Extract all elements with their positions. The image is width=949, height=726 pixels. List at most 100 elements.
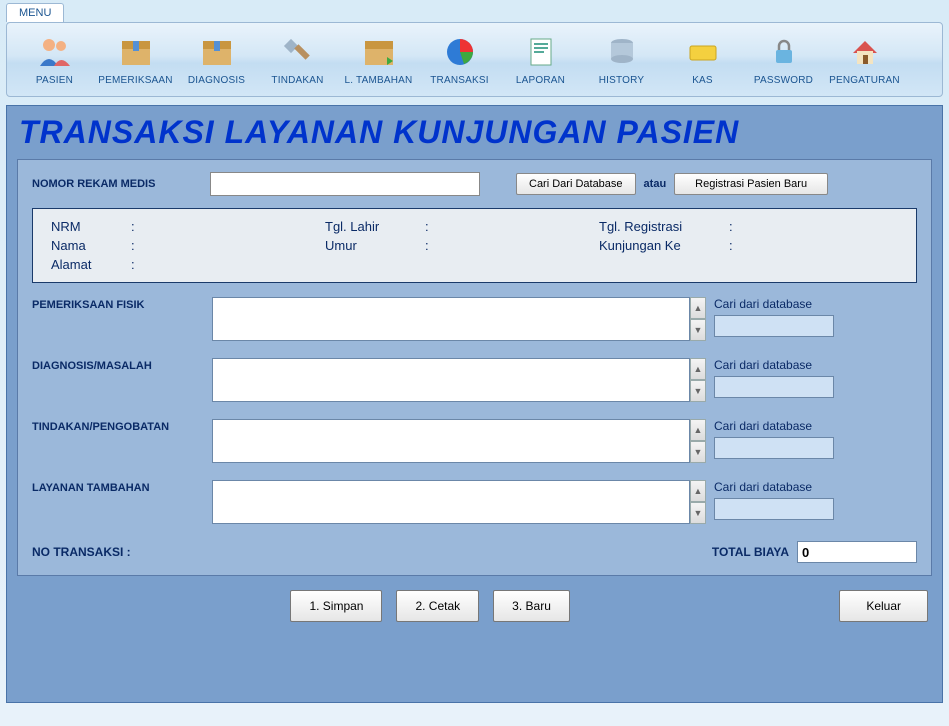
info-tglreg-value: [743, 219, 823, 234]
main-panel: TRANSAKSI LAYANAN KUNJUNGAN PASIEN NOMOR…: [6, 105, 943, 703]
tab-menu[interactable]: MENU: [6, 3, 64, 22]
pf-textarea[interactable]: [212, 297, 690, 341]
tx-textarea[interactable]: [212, 419, 690, 463]
colon: :: [425, 238, 439, 253]
lt-label: LAYANAN TAMBAHAN: [32, 480, 204, 494]
box-arrow-icon: [359, 33, 399, 71]
ribbon-label: DIAGNOSIS: [188, 75, 245, 86]
patient-info-box: NRM : Tgl. Lahir : Tgl. Registrasi : Nam…: [32, 208, 917, 283]
ribbon-history[interactable]: HISTORY: [584, 31, 659, 88]
cetak-button[interactable]: 2. Cetak: [396, 590, 479, 622]
scrollbar[interactable]: ▲ ▼: [690, 358, 706, 402]
info-alamat-value: [145, 257, 325, 272]
dx-label: DIAGNOSIS/MASALAH: [32, 358, 204, 372]
nrm-label: NOMOR REKAM MEDIS: [32, 178, 202, 190]
report-icon: [521, 33, 561, 71]
ribbon-kas[interactable]: KAS: [665, 31, 740, 88]
people-icon: [35, 33, 75, 71]
info-kunj-value: [743, 238, 823, 253]
tx-side-input[interactable]: [714, 437, 834, 459]
ribbon-label: LAPORAN: [516, 75, 565, 86]
scrollbar[interactable]: ▲ ▼: [690, 480, 706, 524]
ribbon-label: TRANSAKSI: [430, 75, 488, 86]
info-tglreg-key: Tgl. Registrasi: [599, 219, 729, 234]
info-kunj-key: Kunjungan Ke: [599, 238, 729, 253]
scrollbar[interactable]: ▲ ▼: [690, 419, 706, 463]
money-icon: [683, 33, 723, 71]
lt-cari-link[interactable]: Cari dari database: [714, 480, 834, 494]
tab-row: MENU: [0, 0, 949, 22]
ribbon-label: PASIEN: [36, 75, 73, 86]
total-biaya-label: TOTAL BIAYA: [712, 545, 789, 559]
baru-button[interactable]: 3. Baru: [493, 590, 570, 622]
row-diagnosis: DIAGNOSIS/MASALAH ▲ ▼ Cari dari database: [32, 358, 917, 405]
info-nrm-value: [145, 219, 325, 234]
colon: :: [729, 238, 743, 253]
keluar-button[interactable]: Keluar: [839, 590, 928, 622]
simpan-button[interactable]: 1. Simpan: [290, 590, 382, 622]
ribbon-label: TINDAKAN: [271, 75, 323, 86]
bottom-buttons: 1. Simpan 2. Cetak 3. Baru Keluar: [17, 590, 932, 622]
info-nrm-key: NRM: [51, 219, 131, 234]
pie-chart-icon: [440, 33, 480, 71]
scroll-down-icon[interactable]: ▼: [690, 319, 706, 341]
pf-label: PEMERIKSAAN FISIK: [32, 297, 204, 311]
ribbon-toolbar: PASIEN PEMERIKSAAN DIAGNOSIS TINDAKAN L.…: [6, 22, 943, 97]
info-nama-key: Nama: [51, 238, 131, 253]
cari-database-button[interactable]: Cari Dari Database: [516, 173, 636, 195]
dx-textarea[interactable]: [212, 358, 690, 402]
lt-textarea[interactable]: [212, 480, 690, 524]
scroll-up-icon[interactable]: ▲: [690, 358, 706, 380]
ribbon-label: PENGATURAN: [829, 75, 900, 86]
ribbon-pengaturan[interactable]: PENGATURAN: [827, 31, 902, 88]
ribbon-laporan[interactable]: LAPORAN: [503, 31, 578, 88]
scroll-up-icon[interactable]: ▲: [690, 480, 706, 502]
row-tindakan: TINDAKAN/PENGOBATAN ▲ ▼ Cari dari databa…: [32, 419, 917, 466]
dx-side-input[interactable]: [714, 376, 834, 398]
ribbon-label: KAS: [692, 75, 713, 86]
tool-icon: [278, 33, 318, 71]
or-text: atau: [644, 178, 667, 190]
info-umur-value: [439, 238, 599, 253]
colon: :: [425, 219, 439, 234]
info-tgllahir-key: Tgl. Lahir: [325, 219, 425, 234]
scroll-up-icon[interactable]: ▲: [690, 419, 706, 441]
ribbon-ltambahan[interactable]: L. TAMBAHAN: [341, 31, 416, 88]
ribbon-label: L. TAMBAHAN: [345, 75, 413, 86]
search-row: NOMOR REKAM MEDIS Cari Dari Database ata…: [32, 172, 917, 196]
ribbon-pemeriksaan[interactable]: PEMERIKSAAN: [98, 31, 173, 88]
home-icon: [845, 33, 885, 71]
ribbon-transaksi[interactable]: TRANSAKSI: [422, 31, 497, 88]
total-biaya-input[interactable]: [797, 541, 917, 563]
ribbon-tindakan[interactable]: TINDAKAN: [260, 31, 335, 88]
scroll-up-icon[interactable]: ▲: [690, 297, 706, 319]
ribbon-password[interactable]: PASSWORD: [746, 31, 821, 88]
notransaksi-label: NO TRANSAKSI :: [32, 545, 131, 559]
nrm-input[interactable]: [210, 172, 480, 196]
ribbon-label: PASSWORD: [754, 75, 813, 86]
ribbon-label: HISTORY: [599, 75, 645, 86]
lt-side-input[interactable]: [714, 498, 834, 520]
colon: :: [131, 238, 145, 253]
dx-cari-link[interactable]: Cari dari database: [714, 358, 834, 372]
ribbon-label: PEMERIKSAAN: [98, 75, 172, 86]
form-panel: NOMOR REKAM MEDIS Cari Dari Database ata…: [17, 159, 932, 576]
footer-row: NO TRANSAKSI : TOTAL BIAYA: [32, 541, 917, 563]
scroll-down-icon[interactable]: ▼: [690, 380, 706, 402]
pf-side-input[interactable]: [714, 315, 834, 337]
row-layanan-tambahan: LAYANAN TAMBAHAN ▲ ▼ Cari dari database: [32, 480, 917, 527]
pf-cari-link[interactable]: Cari dari database: [714, 297, 834, 311]
lock-icon: [764, 33, 804, 71]
scroll-down-icon[interactable]: ▼: [690, 441, 706, 463]
info-alamat-key: Alamat: [51, 257, 131, 272]
scrollbar[interactable]: ▲ ▼: [690, 297, 706, 341]
tx-cari-link[interactable]: Cari dari database: [714, 419, 834, 433]
scroll-down-icon[interactable]: ▼: [690, 502, 706, 524]
box-icon: [197, 33, 237, 71]
colon: :: [131, 219, 145, 234]
registrasi-baru-button[interactable]: Registrasi Pasien Baru: [674, 173, 828, 195]
info-umur-key: Umur: [325, 238, 425, 253]
ribbon-diagnosis[interactable]: DIAGNOSIS: [179, 31, 254, 88]
row-pemeriksaan-fisik: PEMERIKSAAN FISIK ▲ ▼ Cari dari database: [32, 297, 917, 344]
ribbon-pasien[interactable]: PASIEN: [17, 31, 92, 88]
